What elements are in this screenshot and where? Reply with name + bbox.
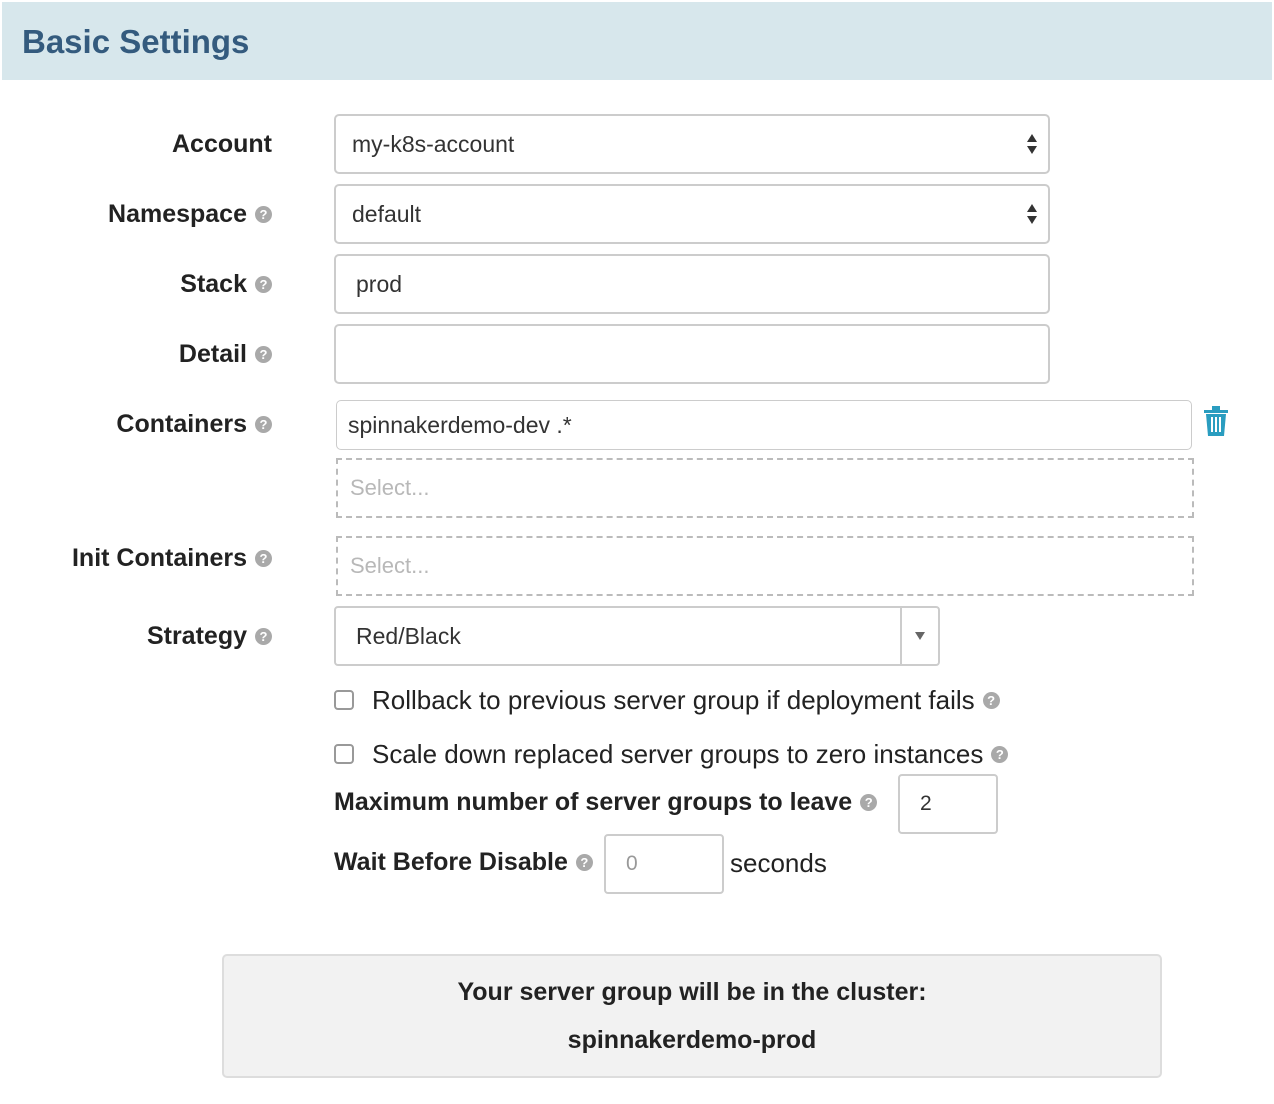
detail-input[interactable] [334, 324, 1050, 384]
rollback-label: Rollback to previous server group if dep… [372, 684, 975, 715]
max-server-groups-value: 2 [920, 792, 932, 815]
account-label: Account [172, 124, 272, 164]
cluster-summary-text: Your server group will be in the cluster… [457, 978, 927, 1006]
scale-down-label: Scale down replaced server groups to zer… [372, 738, 984, 769]
help-icon[interactable]: ? [255, 205, 272, 223]
cluster-name: spinnakerdemo-prod [567, 1026, 817, 1054]
help-icon[interactable]: ? [575, 853, 593, 871]
init-containers-label-text: Init Containers [71, 543, 247, 572]
strategy-select[interactable]: Red/Black [334, 606, 940, 666]
help-icon[interactable]: ? [982, 691, 1000, 709]
strategy-label-text: Strategy [146, 621, 247, 650]
help-icon[interactable]: ? [255, 275, 272, 293]
help-icon[interactable]: ? [255, 415, 272, 433]
containers-value: spinnakerdemo-dev .* [348, 411, 572, 438]
chevron-down-icon [915, 632, 925, 640]
namespace-label: Namespace ? [108, 194, 272, 234]
max-server-groups-label-text: Maximum number of server groups to leave [334, 787, 853, 816]
stack-label: Stack ? [180, 264, 272, 304]
namespace-select[interactable]: default [334, 184, 1050, 244]
containers-label-text: Containers [116, 409, 247, 438]
max-server-groups-label: Maximum number of server groups to leave… [334, 782, 878, 822]
strategy-label: Strategy ? [147, 616, 272, 656]
stack-label-text: Stack [180, 269, 247, 298]
wait-before-disable-placeholder: 0 [626, 852, 638, 875]
wait-before-disable-input[interactable]: 0 [604, 834, 724, 894]
section-title: Basic Settings [22, 23, 250, 60]
help-icon[interactable]: ? [860, 793, 878, 811]
account-value: my-k8s-account [352, 130, 515, 157]
account-label-text: Account [172, 129, 272, 158]
containers-select-input[interactable]: Select... [336, 458, 1194, 518]
max-server-groups-input[interactable]: 2 [898, 774, 998, 834]
scale-down-option[interactable]: Scale down replaced server groups to zer… [334, 734, 1009, 774]
strategy-value: Red/Black [356, 622, 461, 649]
namespace-value: default [352, 200, 422, 227]
seconds-unit-label: seconds [730, 848, 827, 878]
cluster-summary-panel: Your server group will be in the cluster… [222, 954, 1162, 1078]
stack-value: prod [356, 270, 403, 297]
help-icon[interactable]: ? [991, 745, 1009, 763]
help-icon[interactable]: ? [255, 549, 272, 567]
init-containers-select-input[interactable]: Select... [336, 536, 1194, 596]
namespace-label-text: Namespace [108, 199, 247, 228]
trash-icon[interactable] [1203, 406, 1229, 436]
help-icon[interactable]: ? [255, 627, 272, 645]
account-select[interactable]: my-k8s-account [334, 114, 1050, 174]
containers-label: Containers ? [116, 404, 272, 444]
detail-label-text: Detail [178, 339, 247, 368]
init-containers-label: Init Containers ? [72, 538, 272, 578]
strategy-dropdown-toggle[interactable] [900, 608, 938, 664]
select-arrows-icon [1027, 204, 1037, 224]
stack-input[interactable]: prod [334, 254, 1050, 314]
scale-down-checkbox[interactable] [334, 744, 354, 764]
containers-placeholder: Select... [350, 475, 430, 500]
detail-label: Detail ? [179, 334, 272, 374]
wait-before-disable-label-text: Wait Before Disable [334, 847, 568, 876]
wait-before-disable-label: Wait Before Disable ? [334, 842, 593, 882]
basic-settings-page: Basic Settings Account my-k8s-account Na… [0, 0, 1274, 1104]
help-icon[interactable]: ? [255, 345, 272, 363]
rollback-option[interactable]: Rollback to previous server group if dep… [334, 680, 1000, 720]
init-containers-placeholder: Select... [350, 553, 430, 578]
section-header: Basic Settings [2, 2, 1272, 80]
rollback-checkbox[interactable] [334, 690, 354, 710]
select-arrows-icon [1027, 134, 1037, 154]
containers-selected-item[interactable]: spinnakerdemo-dev .* [336, 400, 1192, 450]
